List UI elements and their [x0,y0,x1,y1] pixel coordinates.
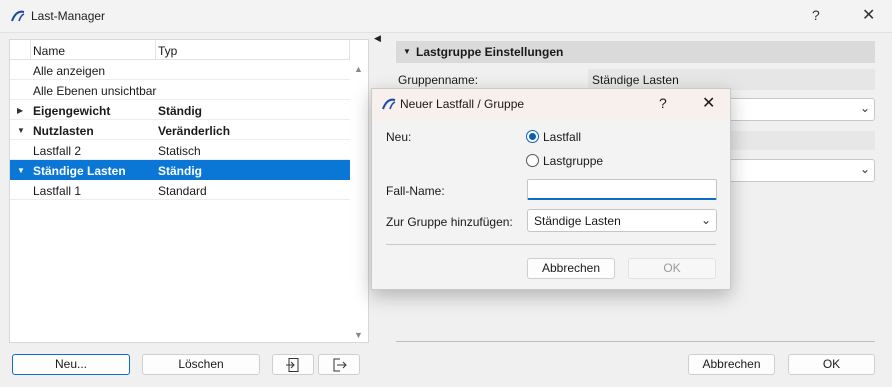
group-select-value: Ständige Lasten [534,214,621,228]
export-icon [333,358,347,372]
dialog-divider [386,244,716,245]
close-button[interactable]: ✕ [862,5,875,25]
tree-scrollbar[interactable]: ▲ ▼ [350,40,368,342]
column-divider [155,40,156,60]
row-name: Eigengewicht [33,104,111,118]
row-name: Lastfall 2 [33,144,82,158]
column-divider [30,40,31,60]
cancel-button[interactable]: Abbrechen [688,354,775,375]
radio-lastfall[interactable] [526,130,539,143]
chevron-down-icon: ⌄ [859,101,870,115]
fall-name-label: Fall-Name: [386,184,445,198]
new-loadcase-dialog: Neuer Lastfall / Gruppe ? ✕ Neu: Lastfal… [371,88,731,290]
dialog-close-button[interactable]: ✕ [702,93,715,113]
load-tree-panel: Name Typ Alle anzeigen Alle Ebenen unsic… [9,39,369,379]
group-select-label: Zur Gruppe hinzufügen: [386,215,513,229]
load-tree: Name Typ Alle anzeigen Alle Ebenen unsic… [9,39,369,343]
tree-row-show-all[interactable]: Alle anzeigen [10,60,350,80]
background-select-1[interactable]: ⌄ [710,98,875,121]
dialog-titlebar: Neuer Lastfall / Gruppe ? ✕ [372,89,730,119]
row-typ: Standard [158,184,207,198]
row-typ: Ständig [158,164,202,178]
tree-row-staendige-lasten[interactable]: ▼ Ständige Lasten Ständig [10,160,350,180]
radio-lastfall-label[interactable]: Lastfall [543,130,581,144]
tree-row-eigengewicht[interactable]: ▶ Eigengewicht Ständig [10,100,350,120]
section-title: Lastgruppe Einstellungen [416,45,564,59]
group-name-row: Gruppenname: Ständige Lasten [396,69,875,90]
row-name: Ständige Lasten [33,164,126,178]
expand-arrow-icon[interactable]: ▶ [17,106,23,115]
section-header[interactable]: ▼ Lastgruppe Einstellungen [396,41,875,63]
tree-row-nutzlasten[interactable]: ▼ Nutzlasten Veränderlich [10,120,350,140]
fall-name-input[interactable] [527,179,717,200]
radio-lastgruppe[interactable] [526,154,539,167]
window-titlebar: Last-Manager ? ✕ [0,0,892,33]
row-name: Lastfall 1 [33,184,82,198]
new-label: Neu: [386,130,412,144]
delete-button[interactable]: Löschen [142,354,260,375]
radio-lastgruppe-label[interactable]: Lastgruppe [543,154,603,168]
tree-row-lastfall-2[interactable]: Lastfall 2 Statisch [10,140,350,160]
collapse-arrow-icon[interactable]: ▼ [17,126,25,135]
dialog-title: Neuer Lastfall / Gruppe [400,97,525,111]
help-button[interactable]: ? [812,7,820,23]
group-name-field[interactable]: Ständige Lasten [588,69,875,90]
divider [396,341,875,342]
group-select[interactable]: Ständige Lasten ⌄ [527,209,717,232]
background-select-2[interactable]: ⌄ [710,159,875,182]
collapse-panel-icon[interactable]: ◀ [374,33,381,44]
ok-button[interactable]: OK [788,354,875,375]
row-typ: Ständig [158,104,202,118]
collapse-arrow-icon[interactable]: ▼ [17,166,25,175]
new-button[interactable]: Neu... [12,354,130,375]
group-name-label: Gruppenname: [398,73,479,87]
dialog-cancel-button[interactable]: Abbrechen [527,258,615,279]
chevron-down-icon: ⌄ [859,162,870,176]
row-name: Nutzlasten [33,124,94,138]
section-collapse-icon: ▼ [403,47,411,56]
row-name: Alle anzeigen [33,64,106,78]
scroll-down-icon[interactable]: ▼ [354,330,363,340]
row-typ: Statisch [158,144,201,158]
column-header-typ[interactable]: Typ [158,44,177,58]
scroll-up-icon[interactable]: ▲ [354,64,363,74]
tree-header: Name Typ [10,40,350,60]
tree-row-hide-all-layers[interactable]: Alle Ebenen unsichtbar [10,80,350,100]
column-header-name[interactable]: Name [33,44,65,58]
tree-row-lastfall-1[interactable]: Lastfall 1 Standard [10,180,350,200]
background-field [730,131,875,150]
export-button[interactable] [318,354,360,375]
row-typ: Veränderlich [158,124,231,138]
row-name: Alle Ebenen unsichtbar [33,84,157,98]
app-logo-icon [11,10,25,22]
dialog-help-button[interactable]: ? [659,95,667,111]
import-button[interactable] [272,354,314,375]
import-icon [286,358,299,372]
window-title: Last-Manager [31,9,106,23]
chevron-down-icon: ⌄ [700,213,711,227]
dialog-ok-button[interactable]: OK [628,258,716,279]
app-logo-icon [382,98,396,110]
